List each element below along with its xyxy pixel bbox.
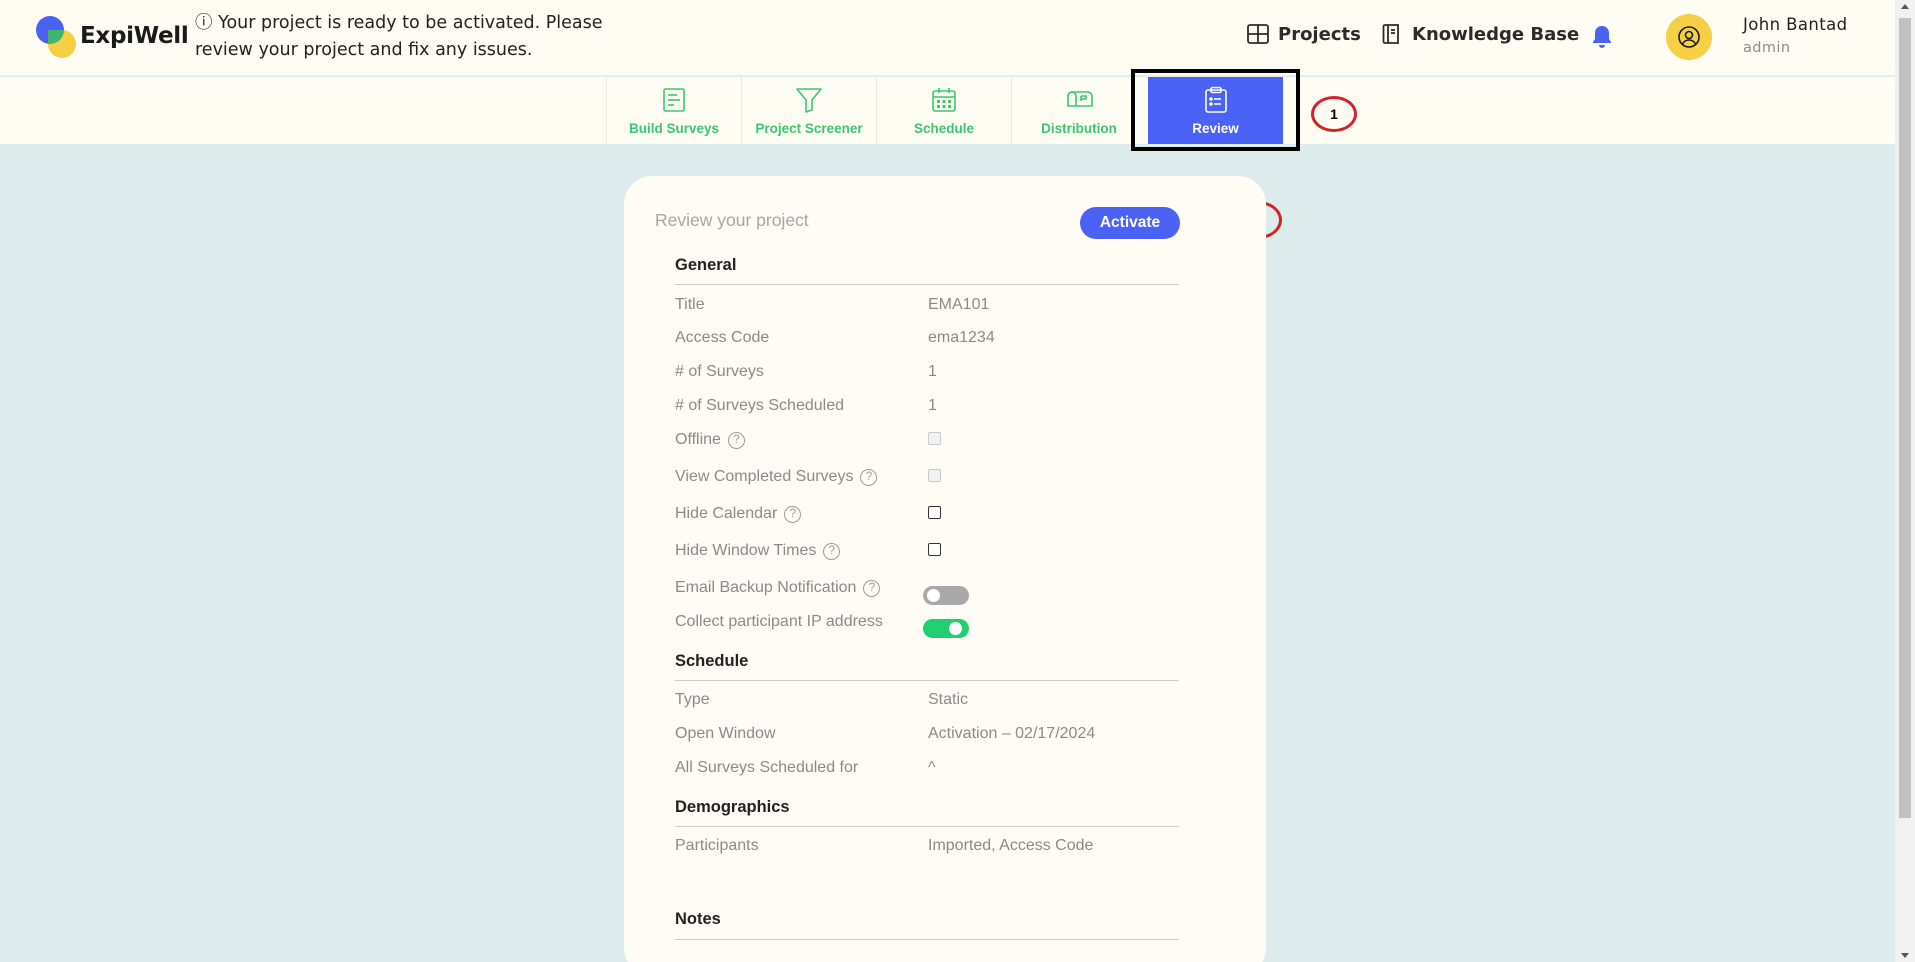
section-divider [675,939,1179,940]
info-icon: ⓘ [195,13,213,33]
review-card: Review your project Activate General Tit… [624,176,1266,962]
email-backup-row: Email Backup Notification ? [675,579,881,597]
offline-checkbox [928,432,941,445]
help-icon[interactable]: ? [784,505,802,523]
surveys-scheduled-value: 1 [928,397,937,414]
tab-project-screener[interactable]: Project Screener [741,77,876,144]
activation-notice: ⓘ Your project is ready to be activated.… [195,10,645,64]
hide-calendar-checkbox[interactable] [928,506,941,519]
notice-text: Your project is ready to be activated. P… [195,13,603,60]
activate-button[interactable]: Activate [1080,207,1180,239]
access-code-value: ema1234 [928,329,995,346]
hide-calendar-row: Hide Calendar ? [675,505,802,523]
annotation-marker-1: 1 [1311,96,1357,132]
participants-label: Participants [675,837,759,854]
user-circle-icon [1678,26,1700,48]
funnel-icon [795,83,823,117]
user-avatar[interactable] [1666,14,1712,60]
nav-knowledge-base-label: Knowledge Base [1412,23,1580,45]
all-surveys-label: All Surveys Scheduled for [675,759,859,776]
surveys-scheduled-label: # of Surveys Scheduled [675,397,844,414]
section-divider [675,680,1179,681]
project-tab-bar: Build Surveys Project Screener Schedule … [0,77,1895,144]
tab-project-screener-label: Project Screener [755,121,863,136]
user-role: admin [1743,40,1791,56]
hide-window-label: Hide Window Times [675,542,817,559]
card-title: Review your project [655,210,809,230]
participants-value: Imported, Access Code [928,837,1094,854]
collect-ip-toggle[interactable] [923,619,969,638]
title-label: Title [675,296,705,313]
view-completed-checkbox [928,469,941,482]
view-completed-label: View Completed Surveys [675,468,854,485]
hide-window-checkbox[interactable] [928,543,941,556]
calendar-icon [931,83,957,117]
scroll-up-arrow-icon[interactable] [1901,4,1909,9]
logo-text: ExpiWell [80,23,189,49]
email-backup-toggle[interactable] [923,586,969,605]
logo-mark-icon [36,16,76,58]
survey-list-icon [662,83,686,117]
section-notes-heading: Notes [675,910,721,928]
user-name[interactable]: John Bantad [1743,15,1847,34]
access-code-label: Access Code [675,329,770,346]
grid-icon [1247,24,1269,44]
help-icon[interactable]: ? [860,468,878,486]
open-window-label: Open Window [675,725,776,742]
help-icon[interactable]: ? [823,542,841,560]
schedule-type-label: Type [675,691,710,708]
title-value: EMA101 [928,296,990,313]
page-scrollbar[interactable] [1895,0,1915,962]
open-window-value: Activation – 02/17/2024 [928,725,1096,742]
collect-ip-label: Collect participant IP address [675,613,883,630]
tab-distribution[interactable]: Distribution [1011,77,1146,144]
annotation-box-review-tab [1131,69,1300,151]
section-demographics-heading: Demographics [675,798,790,816]
scroll-down-arrow-icon[interactable] [1901,953,1909,958]
section-schedule-heading: Schedule [675,652,749,670]
view-completed-row: View Completed Surveys ? [675,468,878,486]
offline-label: Offline [675,431,721,448]
tab-schedule-label: Schedule [913,121,975,136]
nav-projects-label: Projects [1278,23,1361,45]
tab-schedule[interactable]: Schedule [876,77,1011,144]
expiwell-logo[interactable]: ExpiWell [36,16,189,58]
scroll-thumb[interactable] [1899,18,1911,818]
section-divider [675,826,1179,827]
help-icon[interactable]: ? [727,431,745,449]
section-divider [675,284,1179,285]
section-general-heading: General [675,256,737,274]
bell-icon[interactable] [1590,24,1614,55]
top-header: ExpiWell ⓘ Your project is ready to be a… [0,0,1895,76]
mailbox-icon [1064,83,1094,117]
hide-calendar-label: Hide Calendar [675,505,778,522]
email-backup-label: Email Backup Notification [675,579,857,596]
offline-row: Offline ? [675,431,745,449]
tab-build-surveys-label: Build Surveys [628,121,720,136]
tab-build-surveys[interactable]: Build Surveys [606,77,741,144]
hide-window-row: Hide Window Times ? [675,542,841,560]
nav-projects[interactable]: Projects [1246,22,1361,46]
surveys-count-label: # of Surveys [675,363,764,380]
help-icon[interactable]: ? [863,579,881,597]
book-icon [1382,24,1399,44]
schedule-type-value: Static [928,691,969,708]
tab-distribution-label: Distribution [1041,121,1117,136]
all-surveys-toggle[interactable]: ^ [928,759,936,777]
nav-knowledge-base[interactable]: Knowledge Base [1380,22,1579,46]
surveys-count-value: 1 [928,363,937,380]
